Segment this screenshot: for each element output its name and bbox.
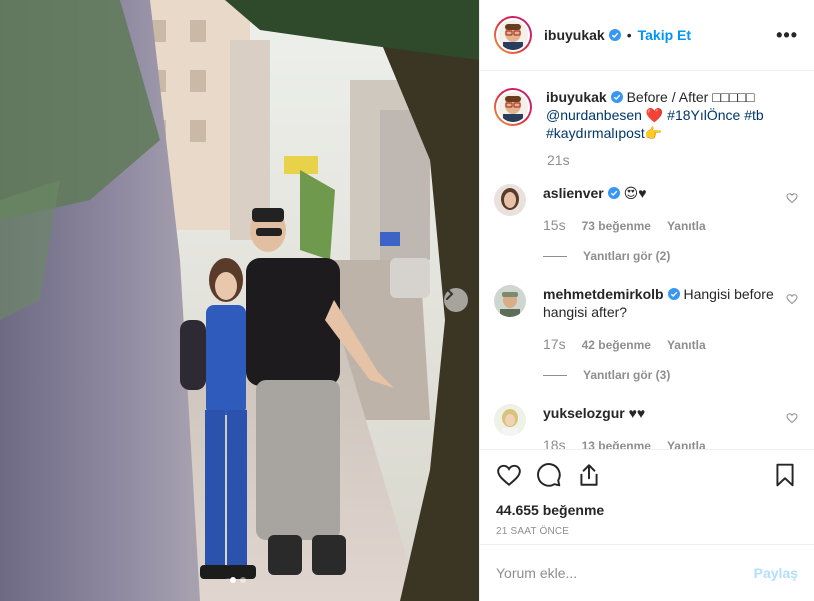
post-comment-button[interactable]: Paylaş bbox=[754, 565, 798, 581]
follow-button[interactable]: Takip Et bbox=[638, 27, 691, 43]
caption-mention-link[interactable]: @nurdanbesen bbox=[546, 107, 642, 123]
caption-heart-emoji: ❤️ bbox=[645, 107, 664, 123]
caption-avatar-ring[interactable] bbox=[494, 88, 532, 126]
comment-like-heart-icon[interactable] bbox=[786, 192, 798, 204]
verified-badge-icon bbox=[608, 29, 621, 41]
view-replies-button[interactable]: Yanıtları gör (3) bbox=[543, 366, 775, 384]
replies-divider bbox=[543, 374, 567, 376]
share-icon[interactable] bbox=[576, 462, 602, 488]
comment-item: mehmetdemirkolb Hangisi before hangisi a… bbox=[494, 285, 798, 384]
caption-avatar bbox=[496, 90, 530, 124]
comment-input[interactable] bbox=[496, 565, 754, 581]
commenter-avatar[interactable] bbox=[494, 285, 526, 317]
caption-time[interactable]: 21s bbox=[547, 152, 798, 168]
comment-text: ♥♥ bbox=[628, 405, 646, 421]
comment-like-count[interactable]: 42 beğenme bbox=[582, 336, 651, 354]
commenter-username[interactable]: mehmetdemirkolb bbox=[543, 286, 664, 302]
comment-reply-button[interactable]: Yanıtla bbox=[667, 217, 706, 235]
commenter-avatar-image bbox=[494, 184, 526, 216]
caption-hashtag-tail-link[interactable]: #kaydırmalıpost👉 bbox=[546, 125, 662, 141]
carousel-dot bbox=[240, 577, 246, 583]
post-side-panel: ibuyukak • Takip Et ••• ibuyukak Before … bbox=[479, 0, 814, 601]
comment-text: 😍♥ bbox=[623, 185, 647, 201]
caption-username[interactable]: ibuyukak bbox=[546, 89, 607, 105]
comment-meta: 17s 42 beğenme Yanıtla bbox=[543, 335, 775, 354]
post-timestamp[interactable]: 21 SAAT ÖNCE bbox=[496, 526, 798, 537]
verified-badge-icon bbox=[610, 91, 623, 103]
comment-reply-button[interactable]: Yanıtla bbox=[667, 437, 706, 449]
caption-text: ibuyukak Before / After □□□□□ @nurdanbes… bbox=[546, 88, 778, 142]
like-heart-icon[interactable] bbox=[496, 462, 522, 488]
comment-time[interactable]: 15s bbox=[543, 216, 566, 234]
author-username[interactable]: ibuyukak bbox=[544, 27, 605, 43]
likes-count[interactable]: 44.655 beğenme bbox=[496, 502, 798, 518]
post-photo[interactable] bbox=[0, 0, 479, 601]
commenter-avatar-image bbox=[494, 285, 526, 317]
commenter-avatar[interactable] bbox=[494, 184, 526, 216]
carousel-indicator bbox=[230, 577, 246, 583]
comment-like-count[interactable]: 13 beğenme bbox=[582, 437, 651, 449]
post-caption: ibuyukak Before / After □□□□□ @nurdanbes… bbox=[494, 88, 798, 142]
post-modal: ibuyukak • Takip Et ••• ibuyukak Before … bbox=[0, 0, 814, 601]
photo-illustration bbox=[0, 0, 479, 601]
commenter-avatar[interactable] bbox=[494, 404, 526, 436]
commenter-avatar-image bbox=[494, 404, 526, 436]
caption-hashtags-link[interactable]: #18YılÖnce #tb bbox=[667, 107, 764, 123]
author-avatar-image bbox=[498, 20, 528, 50]
comment-item: aslienver 😍♥ 15s 73 beğenme Yanıtla Yanı… bbox=[494, 184, 798, 265]
replies-divider bbox=[543, 255, 567, 257]
author-avatar bbox=[496, 18, 530, 52]
caption-avatar-image bbox=[498, 92, 528, 122]
comment-body: mehmetdemirkolb Hangisi before hangisi a… bbox=[543, 285, 775, 384]
post-actions: 44.655 beğenme 21 SAAT ÖNCE bbox=[480, 449, 814, 537]
carousel-dot-active bbox=[230, 577, 236, 583]
comment-body: aslienver 😍♥ 15s 73 beğenme Yanıtla Yanı… bbox=[543, 184, 775, 265]
view-replies-button[interactable]: Yanıtları gör (2) bbox=[543, 247, 775, 265]
caption-title: Before / After □□□□□ bbox=[626, 89, 755, 105]
comment-reply-button[interactable]: Yanıtla bbox=[667, 336, 706, 354]
comment-meta: 18s 13 beğenme Yanıtla bbox=[543, 436, 775, 449]
post-header: ibuyukak • Takip Et ••• bbox=[480, 0, 814, 71]
view-replies-label: Yanıtları gör (3) bbox=[583, 368, 671, 382]
add-comment-bar: Paylaş bbox=[480, 544, 814, 601]
verified-badge-icon bbox=[667, 288, 680, 300]
header-separator: • bbox=[626, 27, 632, 43]
comment-item: yukselozgur ♥♥ 18s 13 beğenme Yanıtla bbox=[494, 404, 798, 449]
commenter-username[interactable]: aslienver bbox=[543, 185, 604, 201]
chevron-right-icon bbox=[446, 288, 454, 300]
commenter-username[interactable]: yukselozgur bbox=[543, 405, 625, 421]
comments-list[interactable]: ibuyukak Before / After □□□□□ @nurdanbes… bbox=[480, 72, 814, 449]
comment-like-heart-icon[interactable] bbox=[786, 412, 798, 424]
action-icons bbox=[496, 460, 798, 490]
comment-time[interactable]: 18s bbox=[543, 436, 566, 449]
next-photo-button[interactable] bbox=[444, 288, 468, 312]
comment-like-heart-icon[interactable] bbox=[786, 293, 798, 305]
view-replies-label: Yanıtları gör (2) bbox=[583, 249, 671, 263]
comment-like-count[interactable]: 73 beğenme bbox=[582, 217, 651, 235]
comment-body: yukselozgur ♥♥ 18s 13 beğenme Yanıtla bbox=[543, 404, 775, 449]
comment-meta: 15s 73 beğenme Yanıtla bbox=[543, 216, 775, 235]
more-options-button[interactable]: ••• bbox=[776, 25, 798, 46]
verified-badge-icon bbox=[607, 187, 620, 199]
comment-time[interactable]: 17s bbox=[543, 335, 566, 353]
bookmark-icon[interactable] bbox=[772, 462, 798, 488]
author-avatar-ring[interactable] bbox=[494, 16, 532, 54]
comment-bubble-icon[interactable] bbox=[536, 462, 562, 488]
